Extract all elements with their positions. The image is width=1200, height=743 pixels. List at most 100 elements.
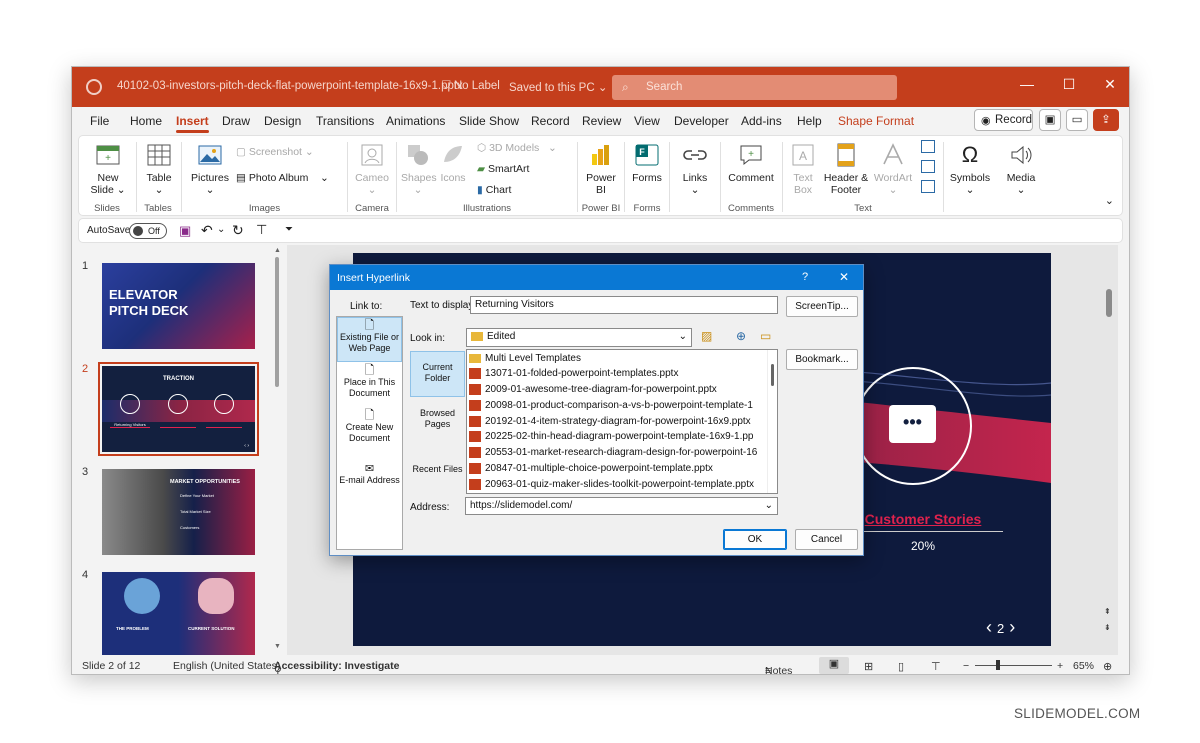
link-option-existing-file[interactable]: 🗋 Existing File or Web Page <box>337 317 402 362</box>
comments-icon[interactable]: ▭ <box>1066 109 1088 131</box>
list-item[interactable]: Multi Level Templates <box>469 351 581 366</box>
slide-sorter-icon[interactable]: ⊞ <box>864 660 873 673</box>
date-time-icon[interactable] <box>921 140 935 153</box>
chart-button[interactable]: ▮ Chart <box>477 184 511 196</box>
cameo-button[interactable]: Cameo ⌄ <box>352 142 392 196</box>
minimize-icon[interactable]: — <box>1007 76 1047 92</box>
list-item[interactable]: 2009-01-awesome-tree-diagram-for-powerpo… <box>469 382 717 397</box>
slide-thumbnail-3[interactable]: MARKET OPPORTUNITIES Define Your Market … <box>102 469 255 555</box>
symbols-button[interactable]: Ω Symbols ⌄ <box>949 142 991 196</box>
list-item[interactable]: 13071-01-folded-powerpoint-templates.ppt… <box>469 366 678 381</box>
icons-button[interactable]: Icons <box>437 142 469 184</box>
3d-models-button[interactable]: ⬡ 3D Models ⌄ <box>477 142 557 154</box>
bookmark-button[interactable]: Bookmark... <box>786 349 858 370</box>
list-item[interactable]: 20225-02-thin-head-diagram-powerpoint-te… <box>469 429 754 444</box>
tab-shape-format[interactable]: Shape Format <box>838 114 914 128</box>
side-option-browsed-pages[interactable]: Browsed Pages <box>410 408 465 438</box>
thumbnail-scrollbar[interactable] <box>275 257 279 387</box>
list-item[interactable]: 20847-01-multiple-choice-powerpoint-temp… <box>469 461 713 476</box>
slide-thumbnail-4[interactable]: THE PROBLEM CURRENT SOLUTION <box>102 572 255 656</box>
ribbon-collapse-icon[interactable]: ⌄ <box>1105 194 1114 207</box>
tab-slide-show[interactable]: Slide Show <box>459 114 519 128</box>
zoom-level[interactable]: 65% <box>1073 660 1094 672</box>
power-bi-button[interactable]: Power BI <box>582 142 620 196</box>
tab-transitions[interactable]: Transitions <box>316 114 374 128</box>
header-footer-button[interactable]: Header & Footer <box>823 142 869 196</box>
present-icon[interactable]: ⊤ <box>256 222 267 238</box>
smartart-button[interactable]: ▰ SmartArt <box>477 163 529 175</box>
canvas-scrollbar[interactable] <box>1106 289 1112 317</box>
link-option-place-in-document[interactable]: 🗋 Place in This Document <box>337 364 402 405</box>
redo-icon[interactable]: ↻ <box>232 222 244 239</box>
list-item[interactable]: 20553-01-market-research-diagram-design-… <box>469 445 757 460</box>
side-option-current-folder[interactable]: Current Folder <box>410 351 465 397</box>
zoom-slider[interactable] <box>975 660 1052 670</box>
screenshot-button[interactable]: ▢ Screenshot ⌄ <box>236 146 314 158</box>
browse-web-icon[interactable]: ⊕ <box>736 329 746 343</box>
cancel-button[interactable]: Cancel <box>795 529 858 550</box>
tab-draw[interactable]: Draw <box>222 114 250 128</box>
save-icon[interactable]: ▣ <box>179 223 191 239</box>
zoom-out-icon[interactable]: − <box>963 660 969 672</box>
camera-icon[interactable]: ▣ <box>1039 109 1061 131</box>
share-icon[interactable]: ⇪ <box>1093 109 1119 131</box>
slideshow-view-icon[interactable]: ⊤ <box>931 660 941 673</box>
forms-button[interactable]: F Forms <box>629 142 665 184</box>
screentip-button[interactable]: ScreenTip... <box>786 296 858 317</box>
close-icon[interactable]: ✕ <box>1090 76 1129 93</box>
accessibility-status[interactable]: ⚲ Accessibility: Investigate <box>274 660 399 674</box>
comment-button[interactable]: + Comment <box>725 142 777 184</box>
sensitivity-label[interactable]: ⛉ No Label <box>442 80 500 93</box>
customize-qat-icon[interactable]: ⏷ <box>285 224 293 235</box>
slide-link-customer-stories[interactable]: Customer Stories <box>843 511 1003 532</box>
side-option-recent-files[interactable]: Recent Files <box>410 464 465 480</box>
list-item[interactable]: 20192-01-4-item-strategy-diagram-for-pow… <box>469 414 751 429</box>
scroll-down-icon[interactable]: ▼ <box>274 643 281 650</box>
up-folder-icon[interactable]: ▨ <box>701 329 712 343</box>
tab-add-ins[interactable]: Add-ins <box>741 114 782 128</box>
tab-record[interactable]: Record <box>531 114 570 128</box>
address-input[interactable]: https://slidemodel.com/ ⌄ <box>465 497 778 515</box>
search-box[interactable]: ⌕ Search <box>612 75 897 100</box>
text-box-button[interactable]: A Text Box <box>787 142 819 196</box>
scroll-up-icon[interactable]: ▲ <box>274 247 281 254</box>
prev-slide-icon[interactable]: ⇞ <box>1104 607 1111 616</box>
save-status[interactable]: Saved to this PC ⌄ <box>509 80 608 94</box>
media-button[interactable]: Media ⌄ <box>1003 142 1039 196</box>
new-slide-button[interactable]: + New Slide ⌄ <box>85 142 131 196</box>
ok-button[interactable]: OK <box>723 529 787 550</box>
maximize-icon[interactable]: ☐ <box>1049 76 1089 93</box>
tab-view[interactable]: View <box>634 114 660 128</box>
table-button[interactable]: Table ⌄ <box>141 142 177 196</box>
slide-thumbnail-1[interactable]: ELEVATOR PITCH DECK <box>102 263 255 349</box>
tab-animations[interactable]: Animations <box>386 114 445 128</box>
tab-home[interactable]: Home <box>130 114 162 128</box>
browse-file-icon[interactable]: ▭ <box>760 329 771 343</box>
undo-icon[interactable]: ↶ <box>201 222 213 239</box>
wordart-button[interactable]: WordArt ⌄ <box>873 142 913 196</box>
pictures-button[interactable]: Pictures ⌄ <box>188 142 232 196</box>
object-icon[interactable] <box>921 180 935 193</box>
link-option-email-address[interactable]: ✉ E-mail Address <box>337 464 402 494</box>
next-slide-icon[interactable]: ⇟ <box>1104 623 1111 632</box>
text-to-display-input[interactable]: Returning Visitors <box>470 296 778 314</box>
help-button[interactable]: ? <box>802 271 808 283</box>
dialog-close-icon[interactable]: ✕ <box>839 270 849 284</box>
look-in-dropdown[interactable]: Edited ⌄ <box>466 328 692 347</box>
autosave-toggle[interactable]: Off <box>129 223 167 239</box>
record-button[interactable]: ◉ Record <box>974 109 1033 131</box>
shapes-button[interactable]: Shapes ⌄ <box>401 142 437 196</box>
tab-insert[interactable]: Insert <box>176 114 209 133</box>
undo-dropdown-icon[interactable]: ⌄ <box>217 224 225 235</box>
fit-to-window-icon[interactable]: ⊕ <box>1103 660 1112 673</box>
reading-view-icon[interactable]: ▯ <box>898 660 904 673</box>
zoom-in-icon[interactable]: + <box>1057 660 1063 672</box>
file-list-scrollbar[interactable] <box>767 350 777 493</box>
list-item[interactable]: 20098-01-product-comparison-a-vs-b-power… <box>469 398 753 413</box>
tab-review[interactable]: Review <box>582 114 621 128</box>
tab-design[interactable]: Design <box>264 114 301 128</box>
slide-thumbnail-2[interactable]: TRACTION Returning Visitors ‹ › <box>98 362 259 456</box>
tab-file[interactable]: File <box>90 114 109 128</box>
slide-number-icon[interactable] <box>921 160 935 173</box>
tab-help[interactable]: Help <box>797 114 822 128</box>
